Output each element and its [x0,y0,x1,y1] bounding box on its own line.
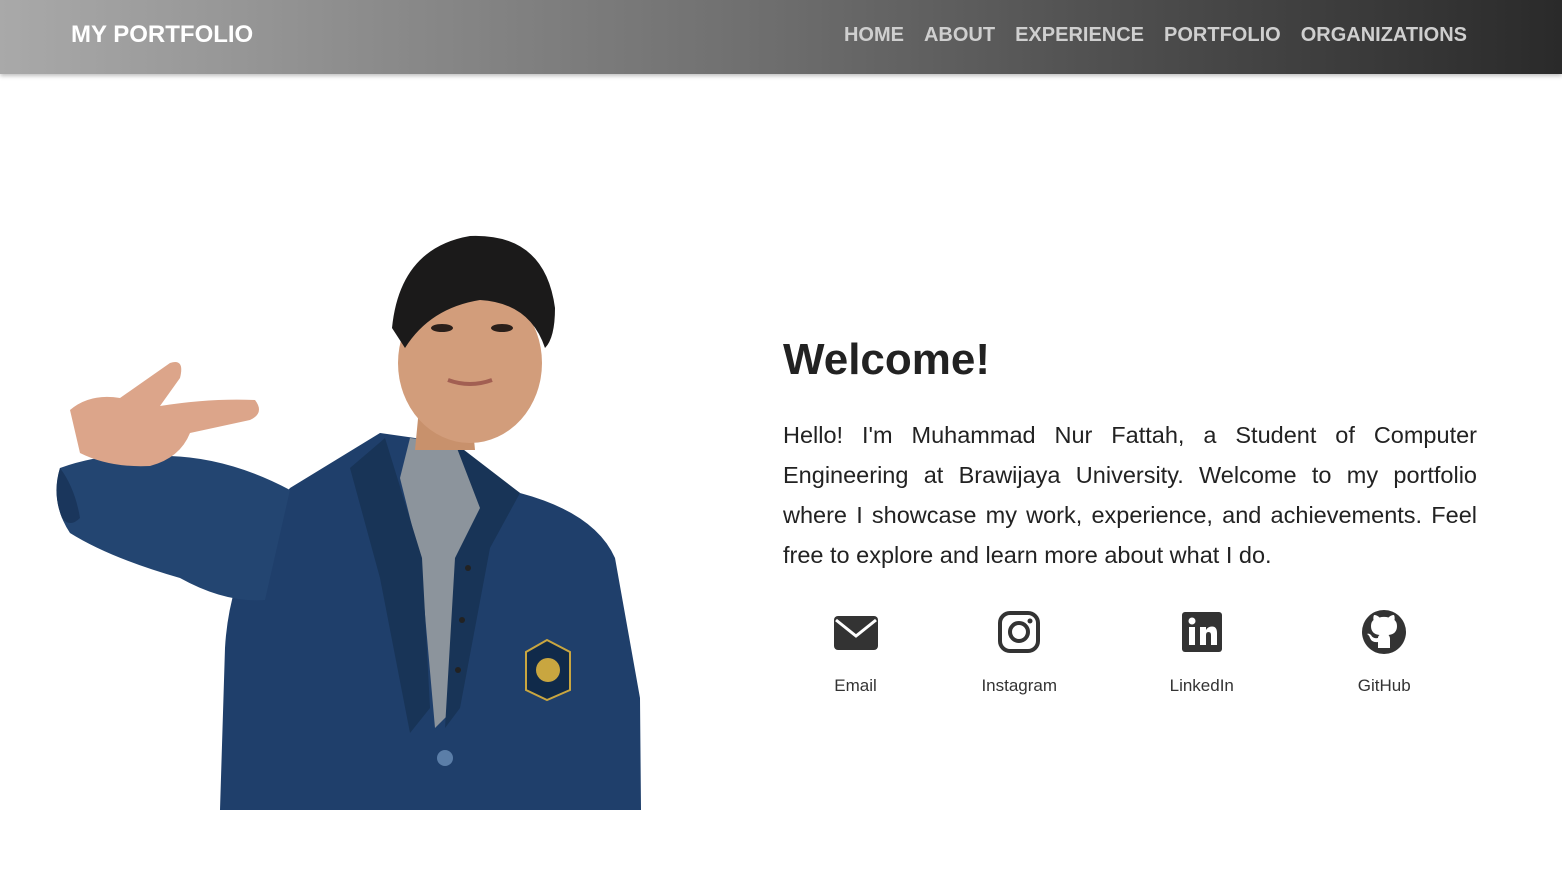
social-link-linkedin[interactable]: LinkedIn [1111,608,1294,696]
github-icon [1362,610,1407,654]
profile-photo [56,235,641,810]
nav-link-home[interactable]: HOME [844,23,904,47]
social-label-instagram: Instagram [981,676,1058,695]
social-label-linkedin: LinkedIn [1169,676,1234,695]
instagram-icon [998,611,1041,653]
hero-content: Welcome! Hello! I'm Muhammad Nur Fattah,… [783,333,1477,575]
social-label-github: GitHub [1357,676,1411,695]
brand-logo[interactable]: MY PORTFOLIO [71,21,253,49]
nav-link-about[interactable]: ABOUT [924,23,995,47]
social-link-instagram[interactable]: Instagram [928,608,1111,696]
social-links: Email Instagram LinkedIn GitHub [783,608,1477,696]
nav-link-experience[interactable]: EXPERIENCE [1015,23,1144,47]
linkedin-icon [1181,612,1222,652]
nav-link-portfolio[interactable]: PORTFOLIO [1164,23,1281,47]
nav-link-organizations[interactable]: ORGANIZATIONS [1301,23,1467,47]
navbar: MY PORTFOLIO HOME ABOUT EXPERIENCE PORTF… [0,0,1562,74]
social-label-email: Email [834,676,877,695]
welcome-heading: Welcome! [783,335,991,384]
nav-links: HOME ABOUT EXPERIENCE PORTFOLIO ORGANIZA… [844,23,1467,47]
envelope-icon [833,616,878,650]
social-link-github[interactable]: GitHub [1293,608,1476,696]
social-link-email[interactable]: Email [783,608,928,696]
intro-paragraph: Hello! I'm Muhammad Nur Fattah, a Studen… [783,422,1477,568]
